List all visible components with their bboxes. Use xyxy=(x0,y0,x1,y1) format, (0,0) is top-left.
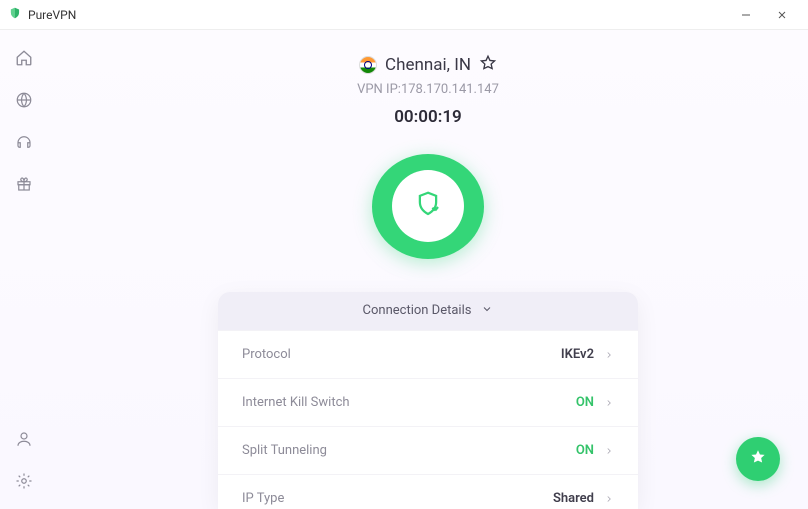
connection-details-panel: Connection Details Protocol IKEv2 Intern… xyxy=(218,292,638,509)
detail-label: Split Tunneling xyxy=(242,443,327,458)
detail-label: IP Type xyxy=(242,491,284,506)
titlebar: PureVPN xyxy=(0,0,808,30)
detail-value: Shared xyxy=(553,491,594,506)
home-icon[interactable] xyxy=(14,48,34,68)
connect-button[interactable] xyxy=(372,154,484,259)
detail-row-protocol[interactable]: Protocol IKEv2 xyxy=(218,330,638,378)
star-filled-icon xyxy=(749,448,767,470)
minimize-button[interactable] xyxy=(728,2,764,28)
location-row[interactable]: Chennai, IN xyxy=(359,54,497,76)
detail-label: Protocol xyxy=(242,347,291,362)
favorite-star-icon[interactable] xyxy=(479,54,497,76)
flag-icon xyxy=(359,56,377,74)
connection-details-title: Connection Details xyxy=(363,303,472,318)
gear-icon[interactable] xyxy=(14,471,34,491)
connect-button-wrap xyxy=(363,145,493,268)
app-body: Chennai, IN VPN IP:178.170.141.147 00:00… xyxy=(0,30,808,509)
detail-row-ip-type[interactable]: IP Type Shared xyxy=(218,474,638,509)
app-name: PureVPN xyxy=(28,8,76,22)
chevron-right-icon xyxy=(604,393,614,412)
main-content: Chennai, IN VPN IP:178.170.141.147 00:00… xyxy=(48,30,808,509)
connection-details-header[interactable]: Connection Details xyxy=(218,292,638,330)
detail-label: Internet Kill Switch xyxy=(242,395,350,410)
globe-icon[interactable] xyxy=(14,90,34,110)
detail-row-kill-switch[interactable]: Internet Kill Switch ON xyxy=(218,378,638,426)
sidebar xyxy=(0,30,48,509)
location-name: Chennai, IN xyxy=(385,55,471,75)
chevron-right-icon xyxy=(604,489,614,508)
detail-row-split-tunneling[interactable]: Split Tunneling ON xyxy=(218,426,638,474)
detail-value: ON xyxy=(576,443,594,458)
chevron-down-icon xyxy=(481,303,493,319)
connection-timer: 00:00:19 xyxy=(394,107,462,127)
headset-icon[interactable] xyxy=(14,132,34,152)
feedback-fab-button[interactable] xyxy=(736,437,780,481)
shield-check-icon xyxy=(413,189,443,223)
gift-icon[interactable] xyxy=(14,174,34,194)
chevron-right-icon xyxy=(604,345,614,364)
detail-value: IKEv2 xyxy=(561,347,594,362)
app-logo-icon xyxy=(8,5,22,24)
close-button[interactable] xyxy=(764,2,800,28)
connect-button-inner xyxy=(392,170,464,242)
chevron-right-icon xyxy=(604,441,614,460)
detail-value: ON xyxy=(576,395,594,410)
vpn-ip-label: VPN IP:178.170.141.147 xyxy=(357,82,499,97)
user-icon[interactable] xyxy=(14,429,34,449)
